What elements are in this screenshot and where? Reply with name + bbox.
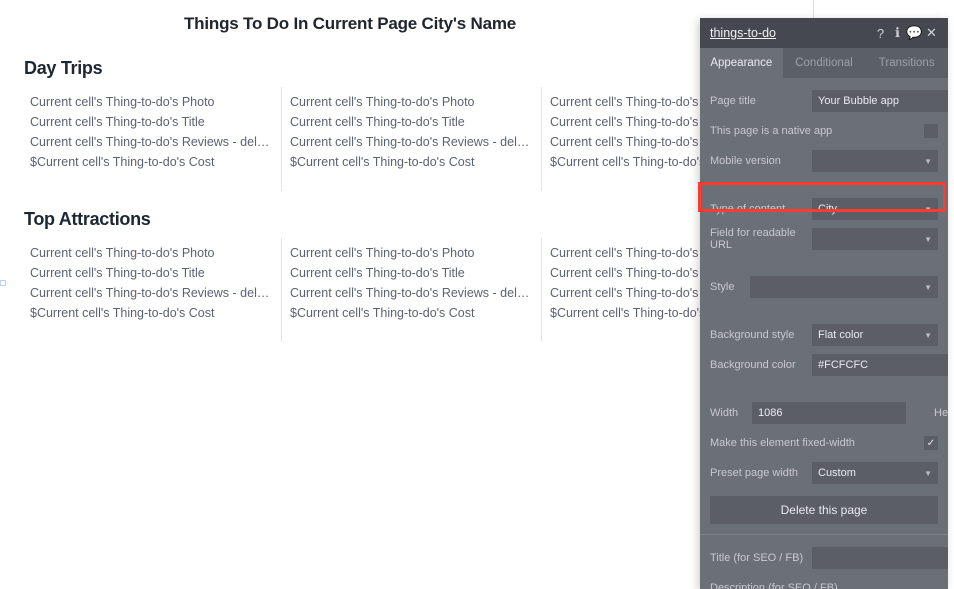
cell-title-label: Current cell's Thing-to-do's Title: [30, 115, 271, 129]
tab-transitions[interactable]: Transitions: [865, 48, 948, 78]
type-of-content-row: Type of content City ▼: [710, 196, 938, 222]
native-app-checkbox[interactable]: [924, 124, 938, 138]
divider: [700, 534, 948, 535]
repeating-cell[interactable]: Current cell's Thing-to-do's Photo Curre…: [22, 87, 282, 191]
bg-color-input[interactable]: [812, 354, 948, 376]
tab-appearance[interactable]: Appearance: [700, 48, 783, 78]
fixed-width-checkbox[interactable]: ✓: [924, 436, 938, 450]
page-title-label: Page title: [710, 95, 806, 107]
repeating-cell[interactable]: Current cell's Thing-to-do's Photo Curre…: [282, 238, 542, 342]
chevron-down-icon: ▼: [924, 205, 932, 214]
cell-reviews-label: Current cell's Thing-to-do's Reviews - d…: [290, 135, 531, 149]
ruler-marker: [0, 280, 6, 286]
page-title: Things To Do In Current Page City's Name: [0, 0, 700, 40]
cell-title-label: Current cell's Thing-to-do's Title: [290, 115, 531, 129]
type-of-content-value: City: [818, 203, 837, 215]
inspector-header[interactable]: things-to-do ? ℹ 💬 ✕: [700, 18, 948, 48]
readable-url-select[interactable]: ▼: [812, 228, 938, 250]
bg-style-select[interactable]: Flat color ▼: [812, 324, 938, 346]
seo-desc-label: Description (for SEO / FB): [710, 582, 938, 589]
mobile-version-label: Mobile version: [710, 155, 806, 167]
style-select[interactable]: ▼: [750, 276, 938, 298]
style-label: Style: [710, 281, 744, 293]
section-heading-day-trips: Day Trips: [0, 40, 700, 87]
preset-width-select[interactable]: Custom ▼: [812, 462, 938, 484]
chevron-down-icon: ▼: [924, 235, 932, 244]
seo-title-label: Title (for SEO / FB): [710, 552, 806, 564]
inspector-element-name[interactable]: things-to-do: [710, 26, 872, 40]
comment-icon[interactable]: 💬: [906, 25, 923, 41]
width-label: Width: [710, 407, 746, 419]
section-heading-top-attractions: Top Attractions: [0, 191, 700, 238]
chevron-down-icon: ▼: [924, 469, 932, 478]
mobile-version-select[interactable]: ▼: [812, 150, 938, 172]
repeating-group-top-attractions[interactable]: Current cell's Thing-to-do's Photo Curre…: [0, 238, 700, 342]
property-inspector[interactable]: things-to-do ? ℹ 💬 ✕ Appearance Conditio…: [700, 18, 948, 589]
help-icon[interactable]: ?: [872, 26, 889, 41]
repeating-cell[interactable]: Current cell's Thing-to-do's Photo Curre…: [22, 238, 282, 342]
seo-title-input[interactable]: [812, 547, 948, 569]
chevron-down-icon: ▼: [924, 331, 932, 340]
cell-cost-label: $Current cell's Thing-to-do's Cost: [290, 155, 531, 169]
chevron-down-icon: ▼: [924, 283, 932, 292]
cell-cost-label: $Current cell's Thing-to-do's Cost: [30, 155, 271, 169]
cell-photo-label: Current cell's Thing-to-do's Photo: [30, 95, 271, 109]
type-of-content-label: Type of content: [710, 203, 806, 215]
delete-page-button[interactable]: Delete this page: [710, 496, 938, 524]
cell-photo-label: Current cell's Thing-to-do's Photo: [30, 246, 271, 260]
info-icon[interactable]: ℹ: [889, 25, 906, 41]
cell-title-label: Current cell's Thing-to-do's Title: [290, 266, 531, 280]
cell-cost-label: $Current cell's Thing-to-do's Cost: [290, 306, 531, 320]
bg-style-value: Flat color: [818, 329, 863, 341]
page-title-input[interactable]: [812, 90, 948, 112]
type-of-content-select[interactable]: City ▼: [812, 198, 938, 220]
cell-title-label: Current cell's Thing-to-do's Title: [30, 266, 271, 280]
close-icon[interactable]: ✕: [923, 25, 940, 41]
tab-conditional[interactable]: Conditional: [783, 48, 866, 78]
repeating-cell[interactable]: Current cell's Thing-to-do's Photo Curre…: [282, 87, 542, 191]
repeating-group-day-trips[interactable]: Current cell's Thing-to-do's Photo Curre…: [0, 87, 700, 191]
inspector-tabs: Appearance Conditional Transitions: [700, 48, 948, 78]
cell-photo-label: Current cell's Thing-to-do's Photo: [290, 95, 531, 109]
readable-url-label: Field for readable URL: [710, 227, 806, 251]
preset-width-value: Custom: [818, 467, 856, 479]
inspector-body: Page title This page is a native app Mob…: [700, 78, 948, 589]
cell-reviews-label: Current cell's Thing-to-do's Reviews - d…: [30, 286, 271, 300]
preset-width-label: Preset page width: [710, 467, 806, 479]
width-input[interactable]: [752, 402, 906, 424]
editor-canvas[interactable]: Things To Do In Current Page City's Name…: [0, 0, 700, 589]
bg-color-label: Background color: [710, 359, 806, 371]
chevron-down-icon: ▼: [924, 157, 932, 166]
fixed-width-label: Make this element fixed-width: [710, 437, 918, 449]
height-label: Height: [934, 407, 948, 419]
native-app-label: This page is a native app: [710, 125, 918, 137]
bg-style-label: Background style: [710, 329, 806, 341]
cell-cost-label: $Current cell's Thing-to-do's Cost: [30, 306, 271, 320]
cell-reviews-label: Current cell's Thing-to-do's Reviews - d…: [30, 135, 271, 149]
cell-reviews-label: Current cell's Thing-to-do's Reviews - d…: [290, 286, 531, 300]
cell-photo-label: Current cell's Thing-to-do's Photo: [290, 246, 531, 260]
